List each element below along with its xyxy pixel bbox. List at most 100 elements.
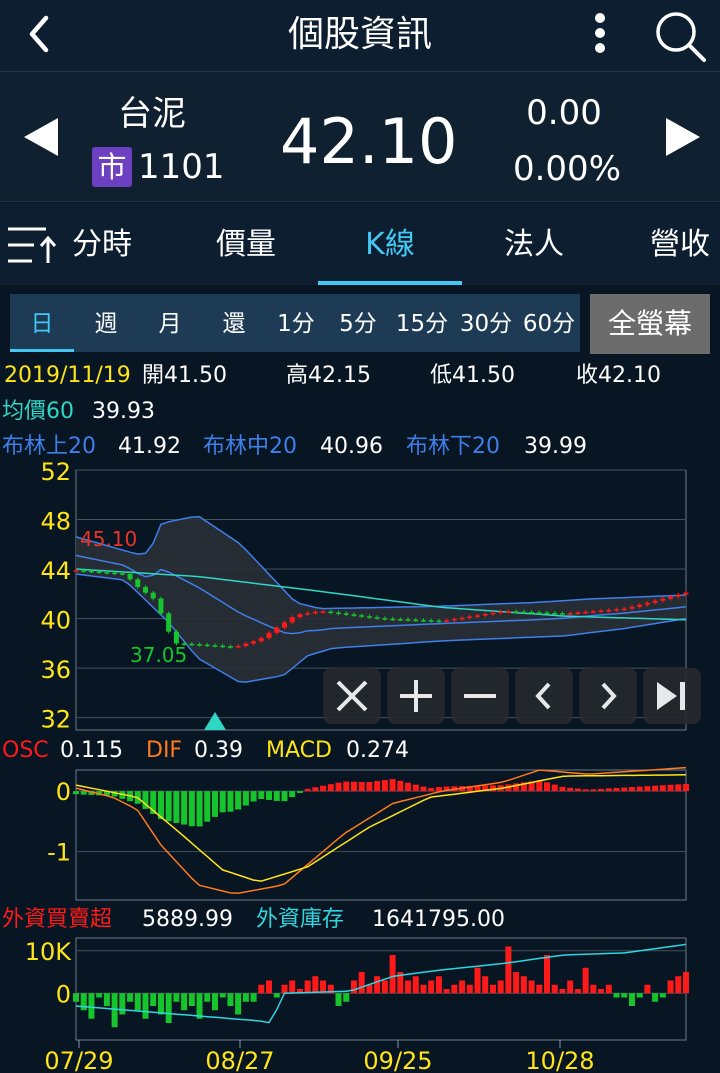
period-restored[interactable]: 還 [202,294,266,352]
foreign-chart[interactable]: 10K 0 07/29 08/27 09/25 10/28 [0,936,720,1073]
chart-zoom-out-button[interactable] [451,668,509,724]
candle-body [451,619,457,621]
osc-bar [211,791,218,817]
chart-skip-end-button[interactable] [643,668,701,724]
foreign-net-bar [582,967,589,994]
osc-bar [567,787,574,792]
candle-body [297,614,303,618]
period-month[interactable]: 月 [138,294,202,352]
period-15min[interactable]: 15分 [390,294,454,352]
chart-next-button[interactable] [579,668,637,724]
osc-bar [559,786,566,792]
foreign-net-bar [204,993,211,1002]
candle-body [505,611,511,613]
foreign-net-bar [683,972,689,994]
price-y-tick: 52 [40,460,71,486]
candle-body [336,612,342,614]
period-day[interactable]: 日 [10,294,74,352]
chart-zoom-in-button[interactable] [387,668,445,724]
foreign-net-bar [652,993,659,1002]
price-y-tick: 44 [40,557,71,585]
foreign-net-bar [227,993,234,1006]
more-menu-button[interactable] [580,10,620,60]
candle-body [227,646,233,648]
candle-body [459,617,465,620]
foreign-net-bar [528,980,535,994]
foreign-net-bar [103,993,110,1006]
candle-body [536,612,542,614]
candle-body [529,611,535,614]
triangle-left-icon [24,118,58,156]
period-week[interactable]: 週 [74,294,138,352]
osc-bar [73,791,79,795]
period-60min[interactable]: 60分 [518,294,580,352]
osc-bar [320,785,327,792]
foreign-net-bar [111,993,118,1028]
osc-bar [242,791,249,806]
candle-body [629,606,635,609]
candle-body [343,613,349,615]
osc-value: 0.115 [60,738,123,763]
foreign-net-bar [80,993,87,1011]
sort-list-button[interactable] [6,223,62,271]
bollinger-lower-label: 布林下20 [406,434,500,459]
tab-k-line[interactable]: K線 [330,203,450,285]
candle-body [212,645,218,647]
candle-body [197,644,203,646]
candle-body [668,596,674,599]
chart-close-button[interactable] [323,668,381,724]
foreign-net-bar [211,993,218,1011]
candle-body [521,611,527,614]
fullscreen-button[interactable]: 全螢幕 [590,294,710,354]
foreign-y-tick: 10K [25,938,73,966]
candle-body [266,632,272,639]
period-1min[interactable]: 1分 [266,294,326,352]
candle-body [575,612,581,614]
osc-bar [343,781,350,792]
foreign-net-bar [196,993,203,1019]
foreign-holding-label: 外資庫存 [256,907,345,932]
period-5min[interactable]: 5分 [326,294,390,352]
foreign-net-bar [127,993,134,1002]
tab-institutional[interactable]: 法人 [484,203,584,285]
foreign-net-bar [242,993,249,1002]
macd-chart[interactable]: 0 -1 [0,766,720,906]
osc-bar [590,789,597,792]
tab-time-share[interactable]: 分時 [62,203,142,285]
period-30min[interactable]: 30分 [454,294,518,352]
osc-bar [652,785,659,792]
candle-body [614,609,620,611]
candle-body [552,612,558,615]
candle-body [397,619,403,621]
foreign-net-bar [482,976,489,994]
chart-prev-button[interactable] [515,668,573,724]
foreign-net-bar [567,980,574,994]
osc-bar [420,786,427,792]
tab-price-volume[interactable]: 價量 [196,203,296,285]
foreign-net-bar [389,955,396,994]
foreign-net-bar [628,993,635,1006]
bollinger-upper-value: 41.92 [118,434,181,459]
skip-end-icon [657,682,685,710]
foreign-net-bar [250,993,257,1002]
candle-body [598,610,604,613]
signal-marker-triangle [204,712,226,730]
foreign-net-bar [667,980,674,994]
candle-body [328,611,334,614]
osc-bar [204,791,211,822]
candle-body [583,611,589,614]
candle-body [390,618,396,621]
osc-bar [389,779,396,792]
osc-bar [675,784,682,792]
more-vertical-icon [595,13,605,53]
prev-stock-button[interactable] [18,112,68,162]
candle-body [420,619,426,622]
osc-bar [636,786,643,792]
tab-revenue[interactable]: 營收 [630,203,720,285]
osc-bar [335,782,342,792]
search-button[interactable] [648,4,712,68]
osc-bar [219,791,226,813]
next-stock-button[interactable] [656,112,706,162]
foreign-net-bar [513,972,520,994]
price-change: 0.00 [526,93,602,133]
